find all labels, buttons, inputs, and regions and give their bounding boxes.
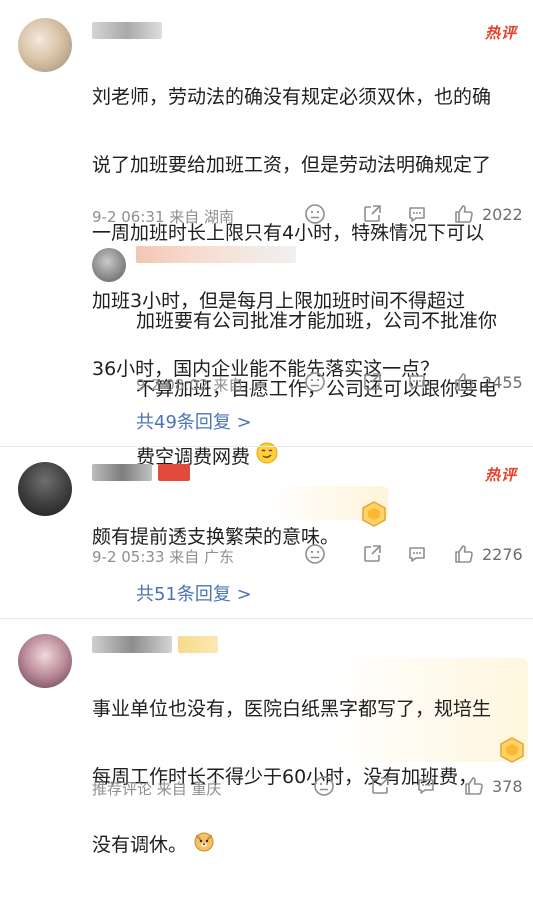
comment-meta: 推荐评论 来自 重庆 (92, 780, 222, 798)
emoji-react-icon[interactable] (303, 202, 327, 226)
share-icon[interactable] (360, 542, 384, 566)
thumbs-up-icon (462, 774, 486, 798)
emoji-react-icon[interactable] (312, 774, 336, 798)
comment-text-line-content: 没有调休。 (92, 834, 188, 856)
comment-text-line: 事业单位也没有，医院白纸黑字都写了，规培生 (92, 698, 492, 720)
thumbs-up-icon (452, 202, 476, 226)
like-button[interactable]: 2022 (452, 202, 523, 226)
comment-meta: 9-2 06:31 来自 湖南 (92, 208, 235, 226)
reply-meta: 9-2 08:02 来自... (136, 376, 258, 394)
username-blurred[interactable] (92, 464, 152, 481)
more-replies-link[interactable]: 共51条回复 > (136, 580, 252, 606)
reply-username-blurred[interactable] (136, 246, 296, 263)
like-count: 2022 (482, 204, 523, 224)
reply-icon[interactable] (414, 774, 438, 798)
username-blurred[interactable] (92, 636, 172, 653)
like-count: 378 (492, 776, 523, 796)
gold-fan-badge-icon (498, 736, 526, 768)
comment-text-line: 说了加班要给加班工资，但是劳动法明确规定了 (92, 154, 492, 176)
share-icon[interactable] (368, 774, 392, 798)
emoji-react-icon[interactable] (303, 542, 327, 566)
more-replies-link[interactable]: 共49条回复 > (136, 408, 252, 434)
reply-text-line-content: 费空调费网费 (136, 446, 251, 468)
comment-meta: 9-2 05:33 来自 广东 (92, 548, 235, 566)
like-count: 2276 (482, 544, 523, 564)
user-badge-blurred (158, 464, 190, 481)
divider (0, 446, 533, 447)
emoji-react-icon[interactable] (303, 370, 327, 394)
like-button[interactable]: 378 (462, 774, 523, 798)
like-count: 2455 (482, 372, 523, 392)
like-button[interactable]: 2276 (452, 542, 523, 566)
avatar[interactable] (18, 634, 72, 688)
reply-icon[interactable] (405, 370, 429, 394)
hot-comment-badge: 热评 (484, 24, 517, 42)
share-icon[interactable] (360, 370, 384, 394)
comment-text-line: 刘老师，劳动法的确没有规定必须双休，也的确 (92, 86, 492, 108)
doge-emoji-icon (193, 829, 215, 863)
username-blurred[interactable] (92, 22, 162, 39)
gold-fan-badge-icon (360, 500, 388, 532)
avatar[interactable] (18, 18, 72, 72)
reply-avatar[interactable] (92, 248, 126, 282)
reply-icon[interactable] (405, 542, 429, 566)
reply-text-line: 加班要有公司批准才能加班，公司不批准你 (136, 310, 498, 332)
thumbs-up-icon (452, 370, 476, 394)
user-badge-blurred (178, 636, 218, 653)
avatar[interactable] (18, 462, 72, 516)
share-icon[interactable] (360, 202, 384, 226)
like-button[interactable]: 2455 (452, 370, 523, 394)
thumbs-up-icon (452, 542, 476, 566)
comment-text-line: 没有调休。 (92, 828, 522, 863)
hot-comment-badge: 热评 (484, 466, 517, 484)
reply-icon[interactable] (405, 202, 429, 226)
divider (0, 618, 533, 619)
